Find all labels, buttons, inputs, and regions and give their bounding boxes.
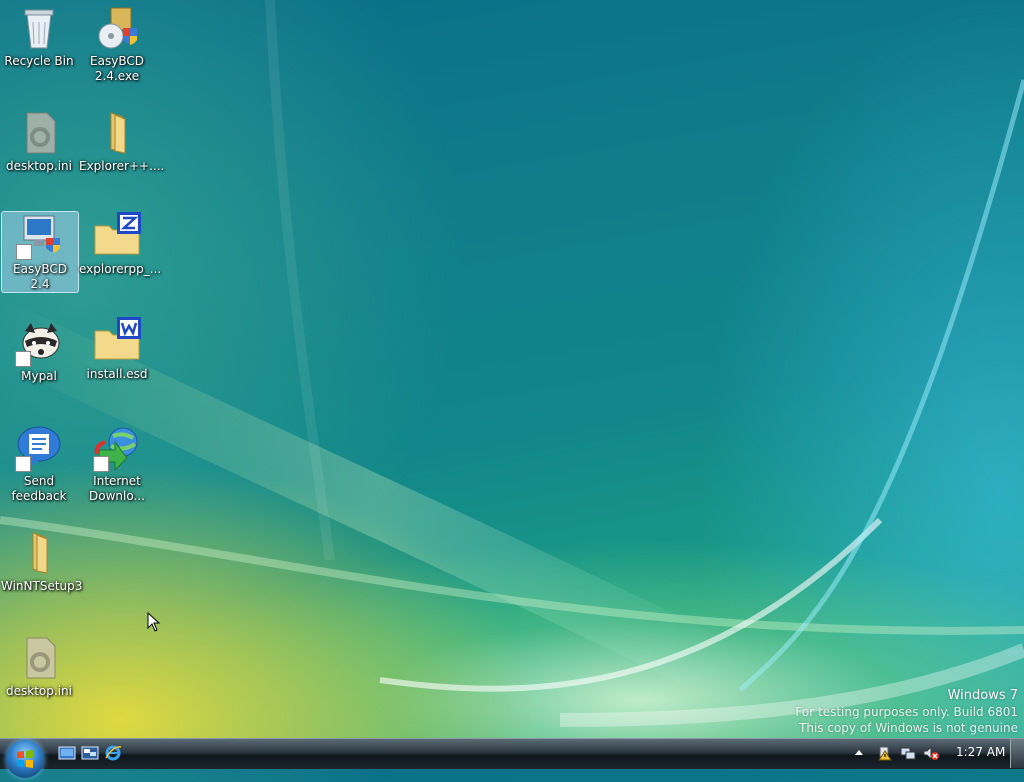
desktop-icon-mypal[interactable]: Mypal: [1, 319, 77, 384]
desktop-icon-label: EasyBCD 2.4: [13, 262, 67, 291]
volume-muted-icon[interactable]: [923, 745, 939, 761]
settings-file-icon: [15, 634, 63, 682]
mouse-cursor-icon: [147, 612, 161, 632]
start-button[interactable]: [6, 740, 44, 778]
download-manager-icon: [93, 424, 141, 472]
desktop-icon-label: Mypal: [21, 369, 57, 383]
desktop-icon-label: Explorer++....: [79, 159, 165, 173]
desktop-icon-send-feedback[interactable]: Send feedback: [1, 424, 77, 504]
show-desktop-button[interactable]: [1010, 739, 1024, 768]
wim-folder-icon: [93, 317, 141, 365]
desktop-icon-label: Recycle Bin: [4, 54, 74, 68]
watermark-genuine-notice: This copy of Windows is not genuine: [799, 721, 1018, 735]
settings-file-icon: [15, 109, 63, 157]
desktop-icon-easybcd-shortcut[interactable]: EasyBCD 2.4: [1, 211, 79, 293]
switch-windows-icon[interactable]: [81, 744, 99, 762]
desktop-icon-easybcd-exe[interactable]: EasyBCD 2.4.exe: [79, 4, 155, 84]
show-hidden-icons-arrow[interactable]: [853, 747, 865, 759]
shortcut-arrow-icon: [15, 351, 31, 367]
feedback-icon: [15, 424, 63, 472]
shortcut-arrow-icon: [93, 456, 109, 472]
folder-icon: [93, 109, 141, 157]
desktop-icon-label: desktop.ini: [6, 159, 72, 173]
desktop-icon-install-esd[interactable]: install.esd: [79, 317, 155, 382]
windows-logo-icon: [17, 750, 33, 768]
taskbar: [0, 738, 1024, 769]
show-desktop-icon[interactable]: [58, 744, 76, 762]
desktop-icon-label: desktop.ini: [6, 684, 72, 698]
desktop-icon-label: Internet Downlo...: [89, 474, 145, 503]
desktop-icon-desktop-ini-2[interactable]: desktop.ini: [1, 634, 77, 699]
desktop-icon-internet-download-manager[interactable]: Internet Downlo...: [79, 424, 155, 504]
recycle-bin-icon: [15, 4, 63, 52]
network-icon[interactable]: [900, 745, 916, 761]
desktop-icon-label: install.esd: [86, 367, 148, 381]
taskbar-clock[interactable]: 1:27 AM: [956, 745, 1005, 759]
shortcut-arrow-icon: [16, 244, 32, 260]
zip-folder-icon: [93, 212, 141, 260]
raccoon-icon: [15, 319, 63, 367]
folder-icon: [15, 529, 63, 577]
desktop-icon-recycle-bin[interactable]: Recycle Bin: [1, 4, 77, 69]
internet-explorer-icon[interactable]: [104, 744, 122, 762]
desktop-icon-winntsetup3[interactable]: WinNTSetup3: [1, 529, 82, 594]
watermark-edition: Windows 7: [947, 688, 1018, 703]
desktop-icon-label: EasyBCD 2.4.exe: [90, 54, 144, 83]
shortcut-arrow-icon: [15, 456, 31, 472]
easybcd-icon: [16, 212, 64, 260]
windows-watermark: Windows 7 For testing purposes only. Bui…: [795, 688, 1018, 736]
action-center-warning-icon[interactable]: [877, 745, 893, 761]
installer-icon: [93, 4, 141, 52]
desktop-icon-label: explorerpp_...: [79, 262, 162, 276]
desktop-icon-explorerpp-zip[interactable]: explorerpp_...: [79, 212, 161, 277]
desktop-icon-label: WinNTSetup3: [1, 579, 83, 593]
watermark-build: For testing purposes only. Build 6801: [795, 705, 1018, 719]
desktop-icon-label: Send feedback: [11, 474, 67, 503]
desktop-icon-desktop-ini[interactable]: desktop.ini: [1, 109, 77, 174]
desktop-icon-explorerpp-folder[interactable]: Explorer++....: [79, 109, 164, 174]
